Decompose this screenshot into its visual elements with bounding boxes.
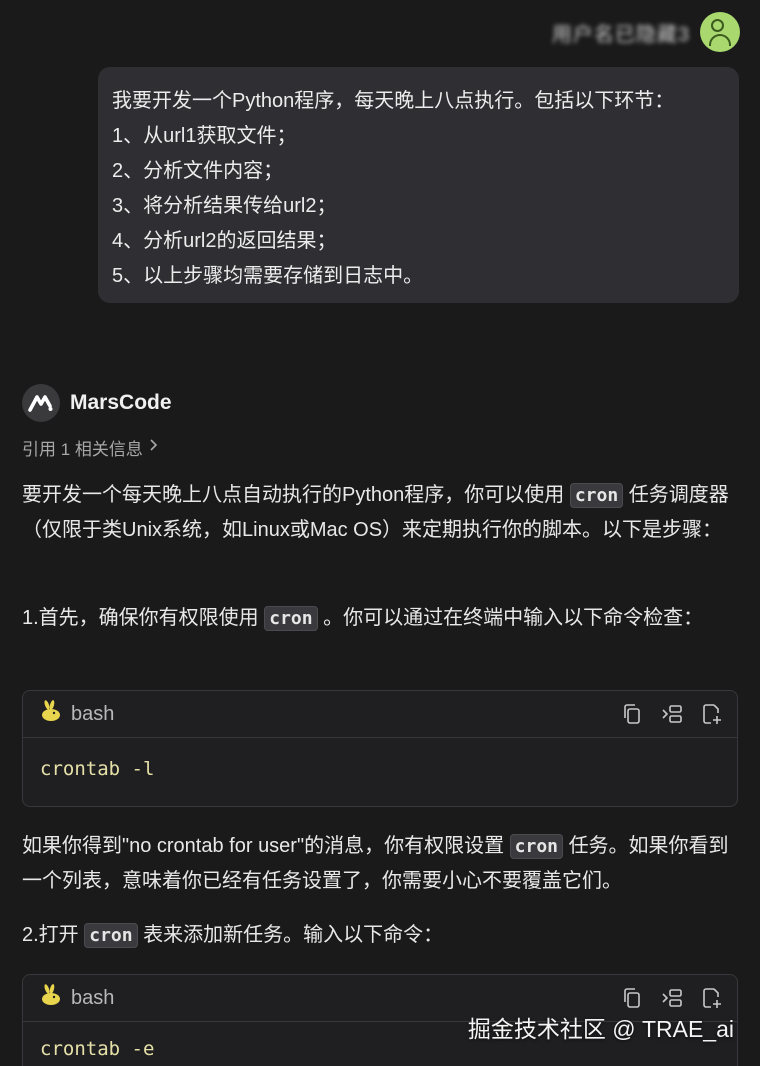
marscode-logo-icon bbox=[22, 384, 60, 422]
user-message-bubble: 我要开发一个Python程序，每天晚上八点执行。包括以下环节： 1、从url1获… bbox=[98, 67, 739, 303]
insert-code-icon[interactable] bbox=[661, 703, 683, 725]
prompt-line: 1、从url1获取文件； bbox=[112, 125, 297, 147]
watermark: 掘金技术社区 @ TRAE_ai bbox=[467, 1016, 734, 1042]
step2-text: 表来添加新任务。输入以下命令： bbox=[143, 924, 444, 946]
prompt-line: 5、以上步骤均需要存储到日志中。 bbox=[112, 265, 424, 287]
step1-text: 1.首先，确保你有权限使用 bbox=[22, 607, 259, 629]
prompt-line: 2、分析文件内容； bbox=[112, 160, 284, 182]
inline-code: cron bbox=[569, 483, 624, 508]
code-language: bash bbox=[39, 699, 114, 729]
new-file-icon[interactable] bbox=[701, 987, 723, 1009]
step2-paragraph: 2.打开 cron 表来添加新任务。输入以下命令： bbox=[22, 918, 738, 953]
chevron-right-icon bbox=[149, 438, 158, 457]
references-link[interactable]: 引用 1 相关信息 bbox=[22, 435, 158, 460]
note-paragraph: 如果你得到"no crontab for user"的消息，你有权限设置 cro… bbox=[22, 829, 738, 898]
inline-code: cron bbox=[84, 923, 138, 948]
prompt-line: 4、分析url2的返回结果； bbox=[112, 230, 337, 252]
code-toolbar bbox=[621, 703, 723, 725]
chat-page: 用户名已隐藏3 我要开发一个Python程序，每天晚上八点执行。包括以下环节： … bbox=[0, 0, 760, 1066]
code-block: bash crontab -l bbox=[22, 690, 738, 807]
references-label: 引用 1 相关信息 bbox=[22, 440, 143, 459]
code-toolbar bbox=[621, 987, 723, 1009]
step1-paragraph: 1.首先，确保你有权限使用 cron 。你可以通过在终端中输入以下命令检查： bbox=[22, 601, 738, 636]
user-header: 用户名已隐藏3 bbox=[552, 12, 740, 52]
step2-text: 2.打开 bbox=[22, 924, 79, 946]
user-name: 用户名已隐藏3 bbox=[551, 23, 690, 46]
code-block-header: bash bbox=[23, 691, 737, 738]
prompt-line: 我要开发一个Python程序，每天晚上八点执行。包括以下环节： bbox=[112, 90, 675, 112]
new-file-icon[interactable] bbox=[701, 703, 723, 725]
inline-code: cron bbox=[509, 834, 563, 859]
intro-text: 要开发一个每天晚上八点自动执行的Python程序，你可以使用 bbox=[22, 484, 565, 506]
step1-text: 。你可以通过在终端中输入以下命令检查： bbox=[323, 607, 704, 629]
code-language-label: bash bbox=[71, 702, 115, 725]
inline-code: cron bbox=[264, 606, 318, 631]
rabbit-icon bbox=[39, 699, 63, 729]
copy-icon[interactable] bbox=[621, 703, 643, 725]
assistant-name: MarsCode bbox=[70, 391, 172, 414]
prompt-line: 3、将分析结果传给url2； bbox=[112, 195, 337, 217]
insert-code-icon[interactable] bbox=[661, 987, 683, 1009]
intro-paragraph: 要开发一个每天晚上八点自动执行的Python程序，你可以使用 cron 任务调度… bbox=[22, 478, 738, 547]
rabbit-icon bbox=[39, 983, 63, 1013]
code-language-label: bash bbox=[71, 986, 115, 1009]
note-text: 如果你得到"no crontab for user"的消息，你有权限设置 bbox=[22, 835, 505, 857]
code-content[interactable]: crontab -l bbox=[23, 738, 737, 800]
assistant-header: MarsCode bbox=[22, 384, 172, 422]
code-language: bash bbox=[39, 983, 114, 1013]
user-avatar-icon[interactable] bbox=[700, 12, 740, 52]
copy-icon[interactable] bbox=[621, 987, 643, 1009]
